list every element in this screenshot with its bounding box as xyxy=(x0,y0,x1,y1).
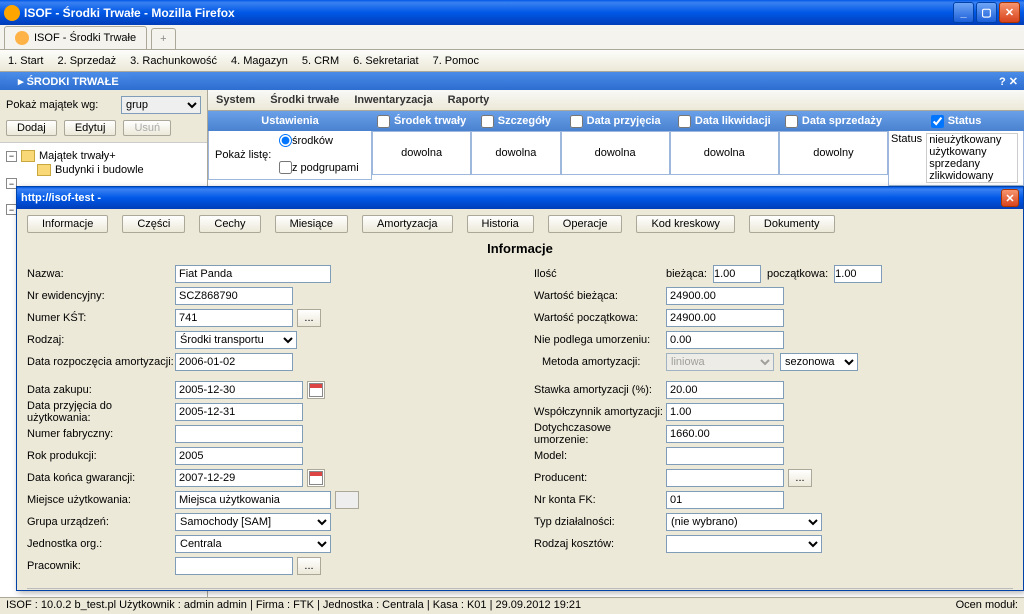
window-title: ISOF - Środki Trwałe - Mozilla Firefox xyxy=(24,6,951,20)
datagw-input[interactable] xyxy=(175,469,303,487)
tab-czesci[interactable]: Części xyxy=(122,215,185,233)
minimize-button[interactable]: _ xyxy=(953,2,974,23)
jednostka-select[interactable]: Centrala xyxy=(175,535,331,553)
help-icon[interactable]: ? ✕ xyxy=(999,75,1018,88)
statusbar: ISOF : 10.0.2 b_test.pl Użytkownik : adm… xyxy=(0,597,1024,614)
dataroz-input[interactable] xyxy=(175,353,293,371)
nrewid-input[interactable] xyxy=(175,287,293,305)
grupa-select[interactable]: Samochody [SAM] xyxy=(175,513,331,531)
col-check[interactable] xyxy=(785,115,798,128)
ilosc-pocz-input[interactable] xyxy=(834,265,882,283)
col-check[interactable] xyxy=(570,115,583,128)
pracownik-input[interactable] xyxy=(175,557,293,575)
wartp-input[interactable] xyxy=(666,309,784,327)
module-bar: ▸ ŚRODKI TRWAŁE ? ✕ xyxy=(0,72,1024,90)
metoda2-select[interactable]: sezonowa xyxy=(780,353,858,371)
stawka-input[interactable] xyxy=(666,381,784,399)
modal-heading: Informacje xyxy=(27,241,1013,256)
prod-lookup-button[interactable]: ... xyxy=(788,469,812,487)
add-button[interactable]: Dodaj xyxy=(6,120,57,136)
tree-node[interactable]: Budynki i budowle xyxy=(22,163,201,177)
module-tab[interactable]: ▸ ŚRODKI TRWAŁE xyxy=(6,73,131,90)
col-check[interactable] xyxy=(377,115,390,128)
modal-tabs: Informacje Części Cechy Miesiące Amortyz… xyxy=(27,215,1013,233)
tab-informacje[interactable]: Informacje xyxy=(27,215,108,233)
calendar-icon[interactable] xyxy=(307,381,325,399)
tab-dokumenty[interactable]: Dokumenty xyxy=(749,215,835,233)
tab-cechy[interactable]: Cechy xyxy=(199,215,260,233)
menu-crm[interactable]: 5. CRM xyxy=(302,55,339,67)
menu-inwent[interactable]: Inwentaryzacja xyxy=(354,94,432,106)
rokprod-input[interactable] xyxy=(175,447,303,465)
tab-favicon-icon xyxy=(15,31,29,45)
show-by-select[interactable]: grup xyxy=(121,96,201,114)
niepod-input[interactable] xyxy=(666,331,784,349)
kst-lookup-button[interactable]: ... xyxy=(297,309,321,327)
menu-magazyn[interactable]: 4. Magazyn xyxy=(231,55,288,67)
miejsce-input[interactable] xyxy=(175,491,331,509)
dataprzy-input[interactable] xyxy=(175,403,303,421)
menu-system[interactable]: System xyxy=(216,94,255,106)
menu-raporty[interactable]: Raporty xyxy=(448,94,490,106)
rodzaj-select[interactable]: Środki transportu xyxy=(175,331,297,349)
browser-tabbar: ISOF - Środki Trwałe + xyxy=(0,25,1024,50)
miejsce-checkbox[interactable] xyxy=(335,491,359,509)
tree-collapse-icon[interactable]: − xyxy=(6,151,17,162)
status-list[interactable]: nieużytkowany użytkowany sprzedany zlikw… xyxy=(926,133,1018,183)
settings-header: Ustawienia xyxy=(208,111,372,131)
tab-label: ISOF - Środki Trwałe xyxy=(34,32,136,44)
wartb-input[interactable] xyxy=(666,287,784,305)
app-menubar: 1. Start 2. Sprzedaż 3. Rachunkowość 4. … xyxy=(0,50,1024,72)
metoda-select: liniowa xyxy=(666,353,774,371)
dotych-input[interactable] xyxy=(666,425,784,443)
tab-kodkreskowy[interactable]: Kod kreskowy xyxy=(636,215,734,233)
kst-input[interactable] xyxy=(175,309,293,327)
typdz-select[interactable]: (nie wybrano) xyxy=(666,513,822,531)
tab-historia[interactable]: Historia xyxy=(467,215,534,233)
opt-srodkow[interactable]: środków xyxy=(279,134,359,147)
tab-amortyzacja[interactable]: Amortyzacja xyxy=(362,215,453,233)
modal-titlebar: http://isof-test - ✕ xyxy=(17,187,1023,209)
delete-button[interactable]: Usuń xyxy=(123,120,171,136)
tab-operacje[interactable]: Operacje xyxy=(548,215,623,233)
tab-miesiace[interactable]: Miesiące xyxy=(275,215,348,233)
tree-root[interactable]: − Majątek trwały+ xyxy=(6,149,201,163)
nazwa-input[interactable] xyxy=(175,265,331,283)
nrkonta-input[interactable] xyxy=(666,491,784,509)
col-check[interactable] xyxy=(678,115,691,128)
os-titlebar: ISOF - Środki Trwałe - Mozilla Firefox _… xyxy=(0,0,1024,25)
menu-start[interactable]: 1. Start xyxy=(8,55,43,67)
new-tab-button[interactable]: + xyxy=(151,28,175,49)
nrfab-input[interactable] xyxy=(175,425,303,443)
calendar-icon[interactable] xyxy=(307,469,325,487)
show-by-label: Pokaż majątek wg: xyxy=(6,99,121,111)
rodzk-select[interactable] xyxy=(666,535,822,553)
opt-podgrupami[interactable]: z podgrupami xyxy=(279,161,359,174)
col-check[interactable] xyxy=(481,115,494,128)
browser-tab[interactable]: ISOF - Środki Trwałe xyxy=(4,26,147,49)
datazak-input[interactable] xyxy=(175,381,303,399)
model-input[interactable] xyxy=(666,447,784,465)
ilosc-biez-input[interactable] xyxy=(713,265,761,283)
maximize-button[interactable]: ▢ xyxy=(976,2,997,23)
module-menubar: System Środki trwałe Inwentaryzacja Rapo… xyxy=(208,90,1024,111)
pracownik-lookup-button[interactable]: ... xyxy=(297,557,321,575)
folder-icon xyxy=(37,164,51,176)
show-list-label: Pokaż listę: xyxy=(215,134,279,176)
folder-icon xyxy=(21,150,35,162)
menu-rachunkowosc[interactable]: 3. Rachunkowość xyxy=(130,55,217,67)
menu-sekretariat[interactable]: 6. Sekretariat xyxy=(353,55,418,67)
menu-srodki[interactable]: Środki trwałe xyxy=(270,94,339,106)
edit-button[interactable]: Edytuj xyxy=(64,120,117,136)
prod-input[interactable] xyxy=(666,469,784,487)
asset-modal: http://isof-test - ✕ Informacje Części C… xyxy=(16,186,1024,591)
filter-bar: Ustawienia Pokaż listę: środków z podgru… xyxy=(208,111,1024,186)
firefox-icon xyxy=(4,5,20,21)
menu-sprzedaz[interactable]: 2. Sprzedaż xyxy=(57,55,116,67)
menu-pomoc[interactable]: 7. Pomoc xyxy=(433,55,479,67)
close-button[interactable]: ✕ xyxy=(999,2,1020,23)
wspol-input[interactable] xyxy=(666,403,784,421)
status-check[interactable] xyxy=(931,115,944,128)
modal-close-button[interactable]: ✕ xyxy=(1001,189,1019,207)
